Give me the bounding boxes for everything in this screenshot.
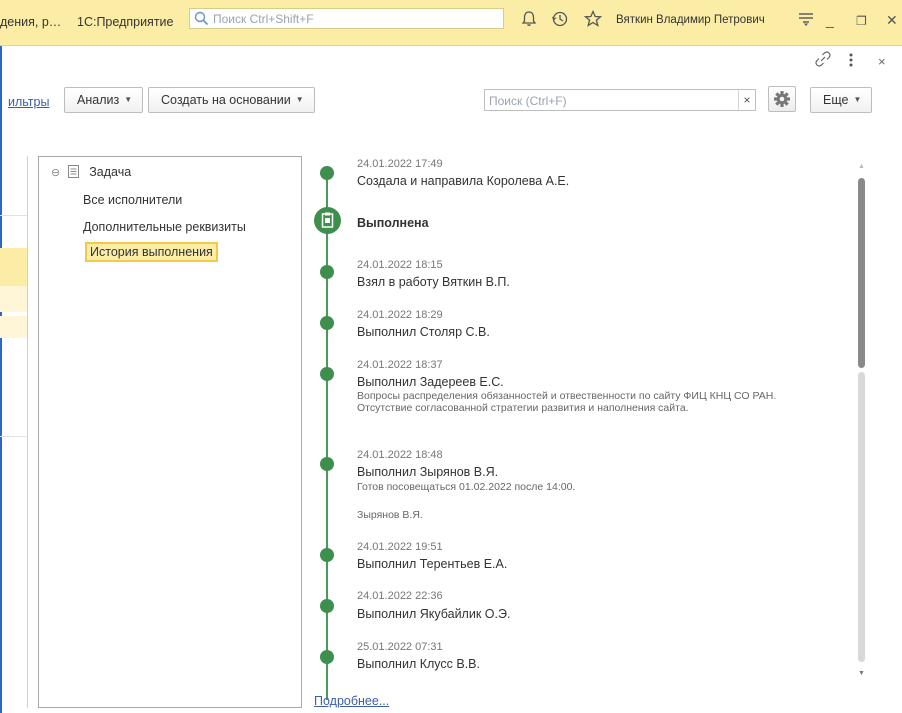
list-row[interactable] <box>0 316 27 338</box>
timeline-dot <box>320 599 334 613</box>
scroll-up-icon[interactable]: ▲ <box>858 163 865 170</box>
analysis-button-label: Анализ <box>77 93 120 107</box>
bell-icon[interactable] <box>519 9 539 29</box>
tree-item-additional-details[interactable]: Дополнительные реквизиты <box>83 220 246 234</box>
timeline-dot <box>320 166 334 180</box>
event-comment: Готов посовещаться 01.02.2022 после 14:0… <box>357 481 576 493</box>
tree-item-execution-history[interactable]: История выполнения <box>85 242 218 262</box>
tree-root[interactable]: ⊖ Задача <box>51 165 131 179</box>
title-bar: дения, р… 1С:Предприятие Поиск Ctrl+Shif… <box>0 0 902 46</box>
status-marker <box>314 207 341 234</box>
close-form-icon[interactable]: × <box>878 54 886 69</box>
chevron-down-icon: ▼ <box>853 95 862 104</box>
gear-icon <box>774 91 790 107</box>
event-title: Выполнил Зырянов В.Я. <box>357 465 499 479</box>
event-title: Выполнил Столяр С.В. <box>357 325 490 339</box>
timeline-dot <box>320 548 334 562</box>
event-title: Взял в работу Вяткин В.П. <box>357 275 510 289</box>
event-title: Выполнил Терентьев Е.А. <box>357 557 508 571</box>
create-based-on-label: Создать на основании <box>161 93 291 107</box>
app-name: 1С:Предприятие <box>77 15 174 29</box>
task-complete-icon <box>321 212 334 228</box>
minimize-icon[interactable]: _ <box>826 12 834 28</box>
timeline-dot <box>320 367 334 381</box>
global-search-placeholder: Поиск Ctrl+Shift+F <box>213 12 314 26</box>
chevron-down-icon: ▼ <box>124 95 133 104</box>
global-search-input[interactable]: Поиск Ctrl+Shift+F <box>189 8 504 29</box>
event-date: 24.01.2022 19:51 <box>357 541 443 553</box>
details-link[interactable]: Подробнее... <box>314 694 389 708</box>
create-based-on-button[interactable]: Создать на основании ▼ <box>148 87 315 113</box>
tree-item-all-executors[interactable]: Все исполнители <box>83 193 182 207</box>
document-icon <box>68 165 80 178</box>
timeline-dot <box>320 457 334 471</box>
event-title: Выполнил Якубайлик О.Э. <box>357 607 511 621</box>
list-divider <box>0 436 27 437</box>
star-icon[interactable] <box>583 9 603 29</box>
tree-root-label: Задача <box>89 165 132 179</box>
restore-icon[interactable]: ❐ <box>856 14 867 28</box>
timeline-line <box>326 170 328 700</box>
navigation-tree: ⊖ Задача Все исполнители Дополнительные р… <box>38 156 302 708</box>
scrollbar-thumb[interactable] <box>858 178 865 368</box>
event-title: Выполнил Задереев Е.С. <box>357 375 504 389</box>
event-date: 24.01.2022 18:29 <box>357 309 443 321</box>
event-date: 24.01.2022 22:36 <box>357 590 443 602</box>
list-divider <box>0 215 27 216</box>
list-row[interactable] <box>0 286 27 312</box>
event-date: 25.01.2022 07:31 <box>357 641 443 653</box>
list-row-selected[interactable] <box>0 248 27 286</box>
window-doc-title: дения, р… <box>0 15 62 29</box>
event-date: 24.01.2022 18:15 <box>357 259 443 271</box>
filters-link[interactable]: ильтры <box>8 95 49 109</box>
event-date: 24.01.2022 17:49 <box>357 158 443 170</box>
search-icon <box>194 11 209 26</box>
scroll-down-icon[interactable]: ▼ <box>858 670 865 677</box>
collapse-icon[interactable]: ⊖ <box>51 167 60 179</box>
event-signature: Зырянов В.Я. <box>357 509 423 521</box>
timeline-dot <box>320 650 334 664</box>
task-status-label: Выполнена <box>357 216 429 230</box>
settings-button[interactable] <box>768 86 796 112</box>
event-date: 24.01.2022 18:48 <box>357 449 443 461</box>
event-comment: Вопросы распределения обязанностей и отв… <box>357 390 777 414</box>
more-button-label: Еще <box>823 93 849 107</box>
user-name[interactable]: Вяткин Владимир Петрович <box>616 14 765 26</box>
event-date: 24.01.2022 18:37 <box>357 359 443 371</box>
timeline-dot <box>320 265 334 279</box>
history-icon[interactable] <box>550 9 570 29</box>
event-title: Выполнил Клусс В.В. <box>357 657 480 671</box>
link-icon[interactable] <box>814 50 832 68</box>
chevron-down-icon: ▼ <box>295 95 304 104</box>
analysis-button[interactable]: Анализ ▼ <box>64 87 144 113</box>
timeline-dot <box>320 316 334 330</box>
scrollbar-track[interactable] <box>858 372 865 662</box>
main-menu-icon[interactable] <box>796 9 816 29</box>
form-search-input[interactable]: Поиск (Ctrl+F) × <box>484 89 756 111</box>
list-panel-fragment <box>0 156 28 708</box>
more-actions-icon[interactable] <box>848 53 854 67</box>
form-search-placeholder: Поиск (Ctrl+F) <box>489 94 567 108</box>
close-window-icon[interactable]: ✕ <box>886 12 898 29</box>
more-button[interactable]: Еще ▼ <box>810 87 873 113</box>
event-title: Создала и направила Королева А.Е. <box>357 174 570 188</box>
clear-search-button[interactable]: × <box>738 90 755 110</box>
